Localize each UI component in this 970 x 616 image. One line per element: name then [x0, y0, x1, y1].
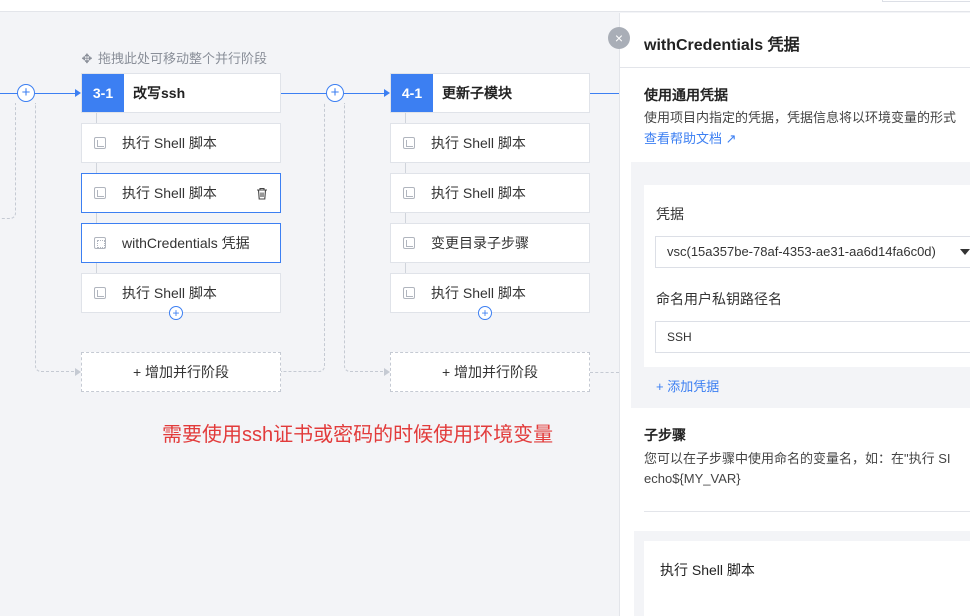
branch-line: [344, 103, 384, 372]
step-card[interactable]: 执行 Shell 脚本: [390, 123, 590, 163]
add-credential-button[interactable]: + 添加凭据: [656, 376, 719, 395]
top-search-field[interactable]: [882, 0, 970, 2]
help-doc-link[interactable]: 查看帮助文档 ↗: [644, 128, 737, 149]
step-label: 执行 Shell 脚本: [122, 185, 217, 201]
add-parallel-stage-button[interactable]: + 增加并行阶段: [81, 352, 281, 392]
shell-script-icon: [403, 137, 415, 149]
branch-line: [35, 103, 75, 372]
move-icon: ✥: [81, 51, 93, 66]
close-icon[interactable]: ×: [608, 27, 630, 49]
credentials-icon: [94, 237, 106, 249]
step-settings-panel: withCredentials 凭据 使用通用凭据 使用项目内指定的凭据，凭据信…: [619, 13, 970, 616]
branch-line: [0, 103, 16, 219]
step-card[interactable]: 执行 Shell 脚本: [390, 273, 590, 313]
divider: [644, 511, 970, 512]
trash-icon[interactable]: [256, 187, 268, 200]
key-path-input[interactable]: SSH: [655, 321, 970, 353]
add-step-plus-icon[interactable]: +: [169, 306, 183, 320]
step-label: 执行 Shell 脚本: [122, 135, 217, 151]
drag-handle-hint[interactable]: ✥ 拖拽此处可移动整个并行阶段: [80, 48, 267, 67]
flow-line: [344, 93, 386, 94]
section-description: 使用项目内指定的凭据，凭据信息将以环境变量的形式: [644, 110, 957, 125]
credential-label: 凭据: [656, 206, 684, 222]
add-step-plus-icon[interactable]: +: [478, 306, 492, 320]
top-bar: [0, 0, 970, 12]
shell-script-icon: [94, 137, 106, 149]
shell-script-icon: [94, 187, 106, 199]
key-path-label: 命名用户私钥路径名: [656, 291, 782, 307]
step-label: 执行 Shell 脚本: [431, 185, 526, 201]
change-dir-icon: [403, 237, 415, 249]
flow-line: [0, 93, 18, 94]
step-card[interactable]: 执行 Shell 脚本: [81, 173, 281, 213]
step-card[interactable]: withCredentials 凭据: [81, 223, 281, 263]
stage-card-3-1[interactable]: 3-1 改写ssh: [81, 73, 281, 113]
stage-number: 4-1: [391, 74, 433, 112]
add-parallel-stage-button[interactable]: + 增加并行阶段: [390, 352, 590, 392]
step-card[interactable]: 变更目录子步骤: [390, 223, 590, 263]
chevron-down-icon: [960, 249, 970, 255]
substep-name: 执行 Shell 脚本: [660, 562, 755, 578]
credential-select[interactable]: vsc(15a357be-78af-4353-ae31-aa6d14fa6c0d…: [655, 236, 970, 268]
annotation-text: 需要使用ssh证书或密码的时候使用环境变量: [162, 424, 554, 446]
stage-name: 更新子模块: [442, 85, 512, 101]
step-card[interactable]: 执行 Shell 脚本: [390, 173, 590, 213]
stage-card-4-1[interactable]: 4-1 更新子模块: [390, 73, 590, 113]
shell-script-icon: [403, 187, 415, 199]
step-label: 执行 Shell 脚本: [122, 285, 217, 301]
flow-line: [590, 93, 619, 94]
step-card[interactable]: 执行 Shell 脚本: [81, 273, 281, 313]
shell-script-icon: [403, 287, 415, 299]
pipeline-canvas: + + ✥ 拖拽此处可移动整个并行阶段 3-1 改写ssh 执行 Shell 脚本…: [0, 13, 630, 616]
flow-line: [281, 93, 327, 94]
substep-section-title: 子步骤: [644, 427, 686, 443]
add-stage-plus-icon[interactable]: +: [17, 84, 35, 102]
step-label: withCredentials 凭据: [122, 235, 250, 251]
flow-line: [35, 93, 77, 94]
substep-example: echo${MY_VAR}: [644, 471, 741, 486]
divider: [620, 67, 970, 68]
branch-line: [590, 372, 619, 373]
section-title: 使用通用凭据: [644, 87, 728, 103]
add-stage-plus-icon[interactable]: +: [326, 84, 344, 102]
branch-line: [281, 103, 325, 372]
shell-script-icon: [94, 287, 106, 299]
step-label: 执行 Shell 脚本: [431, 135, 526, 151]
stage-name: 改写ssh: [133, 85, 186, 101]
panel-title: withCredentials 凭据: [644, 37, 800, 54]
credential-select-value: vsc(15a357be-78af-4353-ae31-aa6d14fa6c0d…: [667, 244, 936, 259]
step-label: 执行 Shell 脚本: [431, 285, 526, 301]
substep-description: 您可以在子步骤中使用命名的变量名，如：在"执行 SI: [644, 451, 951, 466]
stage-number: 3-1: [82, 74, 124, 112]
step-label: 变更目录子步骤: [431, 235, 529, 251]
step-card[interactable]: 执行 Shell 脚本: [81, 123, 281, 163]
